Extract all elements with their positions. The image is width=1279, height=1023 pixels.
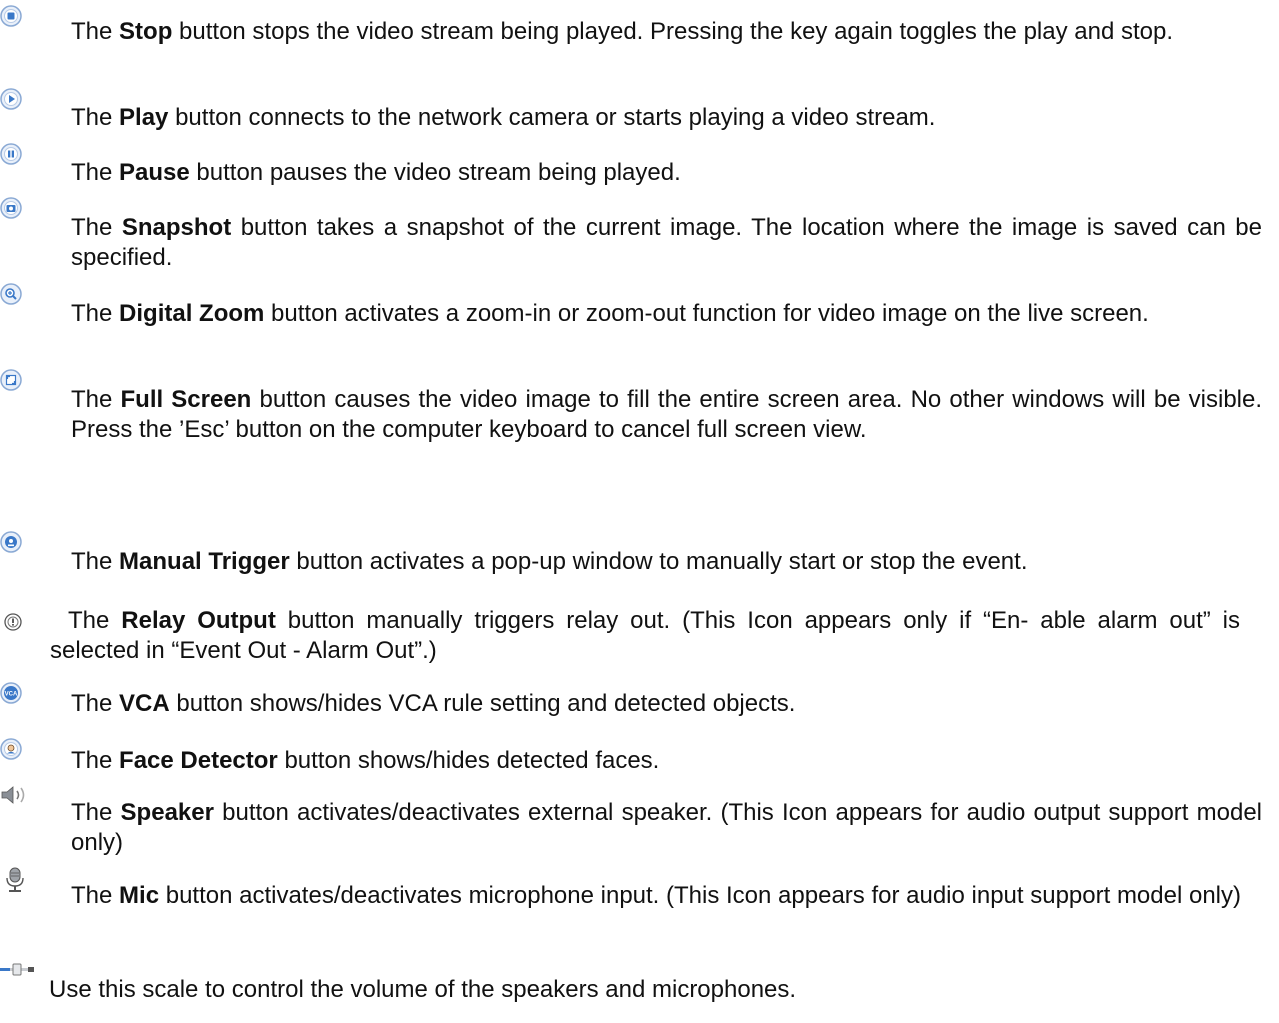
mic-icon <box>3 867 27 893</box>
face-detector-icon <box>0 738 22 760</box>
mic-label: Mic <box>119 882 160 909</box>
stop-icon <box>0 5 22 27</box>
relay-output-icon <box>4 613 26 635</box>
speaker-label: Speaker <box>120 799 214 826</box>
pause-description: The Pause button pauses the video stream… <box>71 159 681 186</box>
vca-icon: VCA <box>0 682 22 704</box>
play-description: The Play button connects to the network … <box>71 104 936 131</box>
play-icon <box>0 88 22 110</box>
snapshot-description: The Snapshot button takes a snapshot of … <box>71 214 1263 271</box>
face-detector-description: The Face Detector button shows/hides det… <box>71 747 660 774</box>
play-label: Play <box>119 104 169 131</box>
stop-label: Stop <box>119 18 173 45</box>
speaker-description: The Speaker button activates/deactivates… <box>71 799 1263 856</box>
volume-description: Use this scale to control the volume of … <box>49 976 797 1003</box>
vca-description: The VCA button shows/hides VCA rule sett… <box>71 690 796 717</box>
digital-zoom-label: Digital Zoom <box>119 300 265 327</box>
snapshot-label: Snapshot <box>121 214 232 241</box>
manual-trigger-label: Manual Trigger <box>119 548 290 575</box>
full-screen-description: The Full Screen button causes the video … <box>71 386 1263 443</box>
manual-trigger-icon <box>0 531 22 553</box>
face-detector-label: Face Detector <box>119 747 278 774</box>
vca-icon-label: VCA <box>5 691 18 697</box>
pause-label: Pause <box>119 159 190 186</box>
mic-description: The Mic button activates/deactivates mic… <box>71 882 1241 909</box>
manual-trigger-description: The Manual Trigger button activates a po… <box>71 548 1028 575</box>
digital-zoom-description: The Digital Zoom button activates a zoom… <box>71 300 1149 327</box>
vca-label: VCA <box>119 690 170 717</box>
snapshot-icon <box>0 197 22 219</box>
full-screen-icon <box>0 369 22 391</box>
full-screen-label: Full Screen <box>120 386 252 413</box>
digital-zoom-icon <box>0 283 22 305</box>
speaker-icon <box>0 784 30 806</box>
stop-description: The Stop button stops the video stream b… <box>71 18 1174 45</box>
pause-icon <box>0 143 22 165</box>
relay-output-description: The Relay Output button manually trigger… <box>50 607 1241 664</box>
relay-output-label: Relay Output <box>121 607 276 634</box>
volume-scale-icon <box>0 963 34 977</box>
